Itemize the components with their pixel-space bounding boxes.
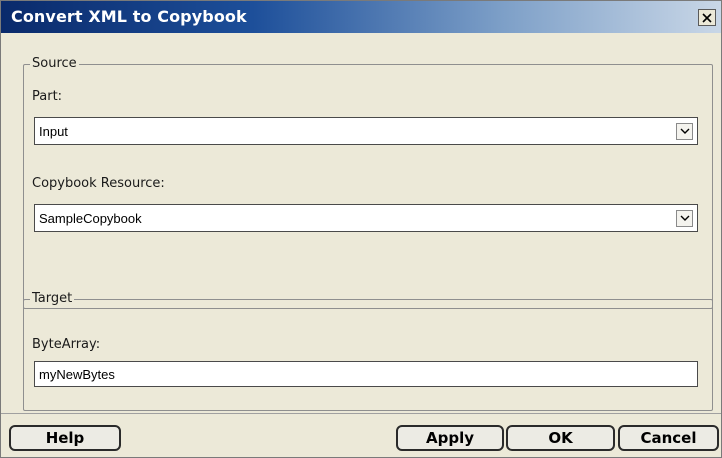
- cancel-button[interactable]: Cancel: [618, 425, 719, 451]
- part-dropdown[interactable]: Input: [34, 117, 698, 145]
- window-title: Convert XML to Copybook: [11, 7, 247, 26]
- source-group: Source Part: Input Copybook Resource: Sa…: [23, 56, 713, 309]
- help-button[interactable]: Help: [9, 425, 121, 451]
- copybook-dropdown-button[interactable]: [676, 210, 693, 227]
- close-icon: [702, 12, 712, 23]
- target-legend: Target: [30, 291, 75, 306]
- ok-button[interactable]: OK: [506, 425, 615, 451]
- close-button[interactable]: [698, 9, 716, 26]
- chevron-down-icon: [680, 128, 689, 134]
- part-dropdown-button[interactable]: [676, 123, 693, 140]
- bytearray-label: ByteArray:: [32, 337, 101, 352]
- part-value: Input: [39, 124, 68, 139]
- dialog-body: Source Part: Input Copybook Resource: Sa…: [11, 37, 713, 411]
- copybook-resource-label: Copybook Resource:: [32, 176, 165, 191]
- title-bar[interactable]: Convert XML to Copybook: [1, 1, 721, 33]
- chevron-down-icon: [680, 215, 689, 221]
- source-legend: Source: [30, 56, 79, 71]
- bytearray-input[interactable]: myNewBytes: [34, 361, 698, 387]
- copybook-resource-dropdown[interactable]: SampleCopybook: [34, 204, 698, 232]
- target-group: Target ByteArray: myNewBytes: [23, 291, 713, 411]
- part-label: Part:: [32, 89, 63, 104]
- button-separator: [1, 413, 721, 414]
- apply-button[interactable]: Apply: [396, 425, 504, 451]
- bytearray-value: myNewBytes: [39, 367, 115, 382]
- copybook-resource-value: SampleCopybook: [39, 211, 142, 226]
- dialog-window: Convert XML to Copybook Source Part: Inp…: [0, 0, 722, 458]
